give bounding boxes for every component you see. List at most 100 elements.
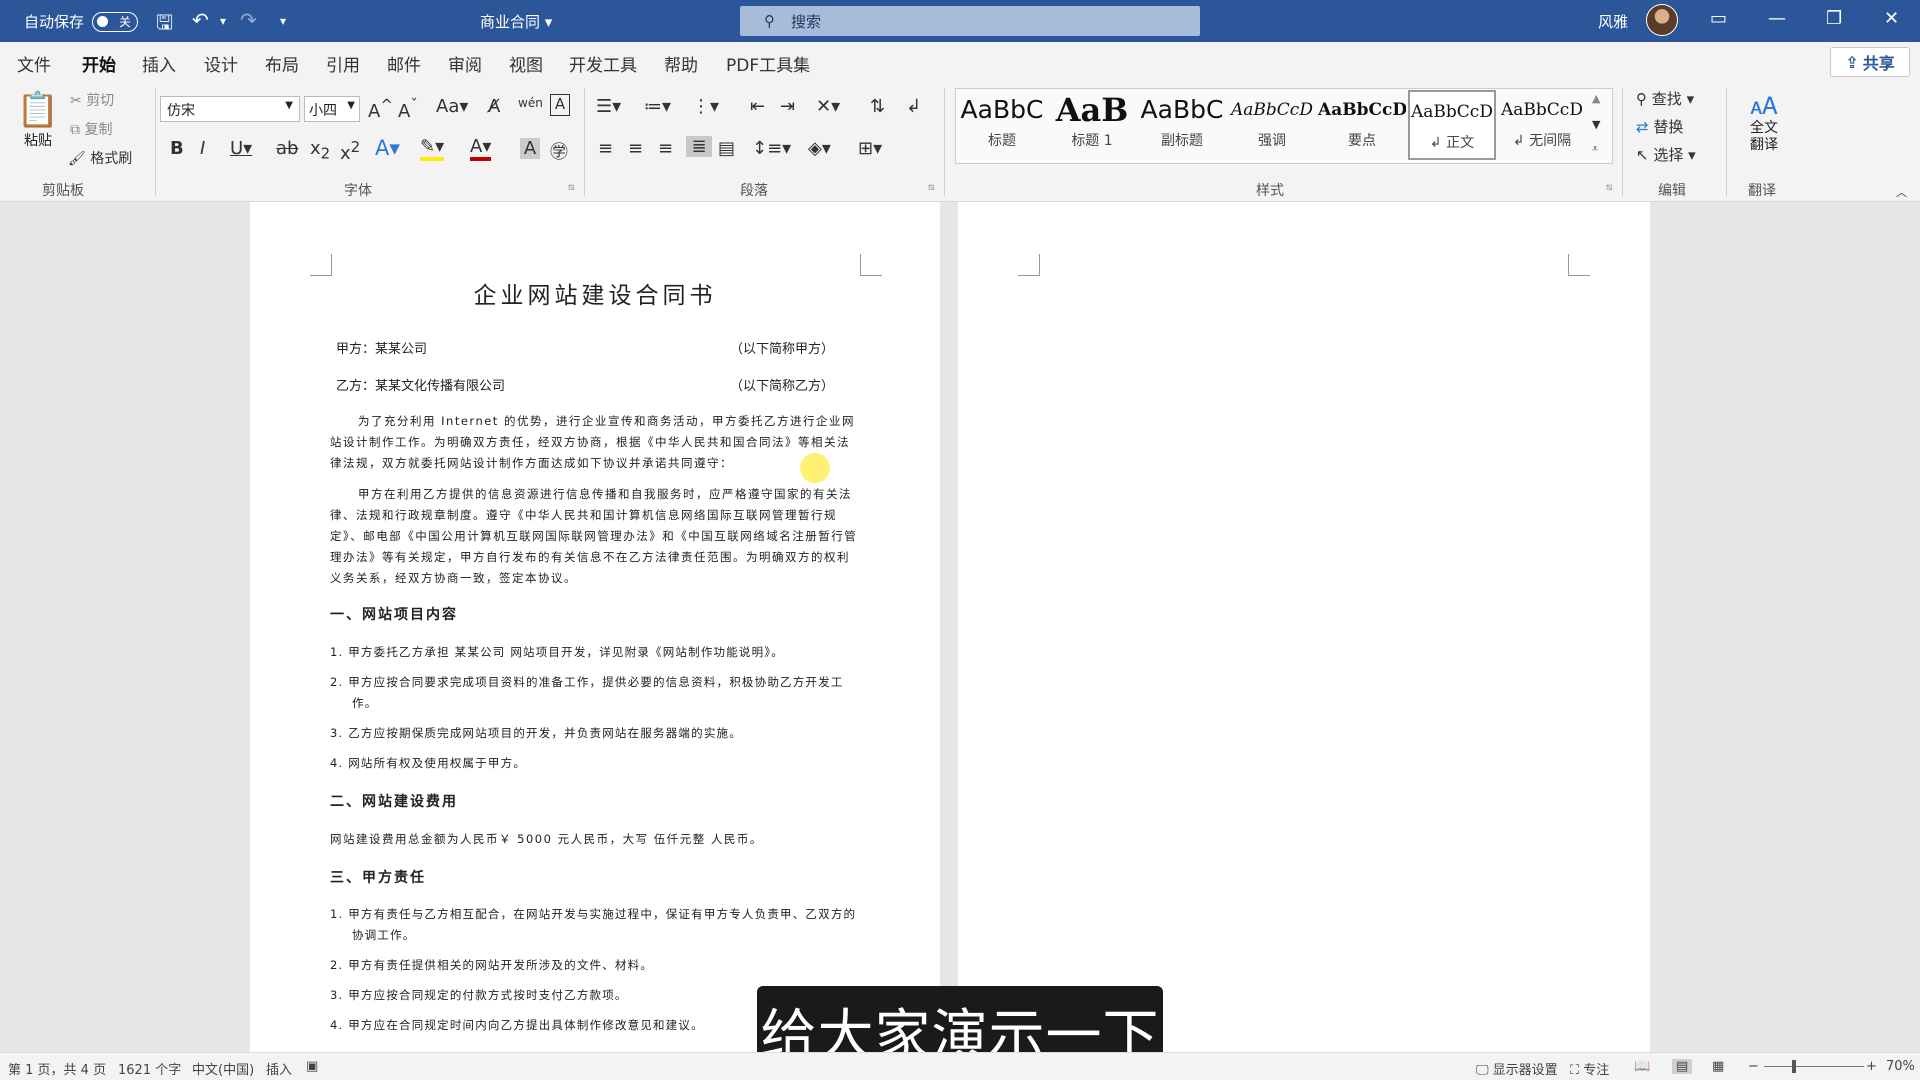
paragraph-launcher-icon[interactable]: ⧅ bbox=[928, 182, 934, 193]
shading-icon[interactable]: ◈▾ bbox=[808, 138, 831, 159]
align-right-icon[interactable]: ≡ bbox=[658, 138, 673, 159]
text-effects-icon[interactable]: A▾ bbox=[375, 136, 400, 160]
shrink-font-icon[interactable]: Aˇ bbox=[398, 96, 418, 122]
print-layout-icon[interactable]: ▤ bbox=[1672, 1059, 1693, 1074]
tab-developer[interactable]: 开发工具 bbox=[569, 51, 637, 76]
insert-mode[interactable]: 插入 bbox=[266, 1059, 292, 1078]
line-spacing-icon[interactable]: ↕≡▾ bbox=[752, 138, 791, 159]
font-color-icon[interactable]: A▾ bbox=[470, 136, 492, 161]
font-size-select[interactable]: 小四 ▼ bbox=[304, 96, 360, 122]
replace-button[interactable]: ⇄ 替换 bbox=[1636, 116, 1683, 137]
select-button[interactable]: ↖ 选择 ▾ bbox=[1636, 144, 1696, 165]
style-title[interactable]: AaBbC 标题 bbox=[958, 90, 1046, 160]
customize-qat-icon[interactable]: ▾ bbox=[280, 14, 286, 28]
tab-design[interactable]: 设计 bbox=[204, 51, 238, 76]
distributed-icon[interactable]: ▤ bbox=[718, 138, 735, 159]
avatar[interactable] bbox=[1646, 4, 1678, 36]
tab-file[interactable]: 文件 bbox=[17, 51, 51, 76]
enclose-characters-icon[interactable]: ㊫ bbox=[550, 138, 568, 164]
search-box[interactable]: ⚲ 搜索 bbox=[740, 6, 1200, 36]
page-count[interactable]: 第 1 页，共 4 页 bbox=[8, 1059, 106, 1078]
collapse-ribbon-icon[interactable]: ︿ bbox=[1896, 184, 1907, 200]
tab-home[interactable]: 开始 bbox=[82, 51, 116, 85]
redo-icon[interactable]: ↷ bbox=[240, 8, 257, 32]
styles-scroll-down-icon[interactable]: ▼ bbox=[1592, 118, 1600, 131]
language[interactable]: 中文(中国) bbox=[192, 1059, 254, 1078]
font-name-select[interactable]: 仿宋 ▼ bbox=[160, 96, 300, 122]
word-count[interactable]: 1621 个字 bbox=[118, 1059, 181, 1078]
subscript-icon[interactable]: x2 bbox=[310, 138, 330, 163]
tab-review[interactable]: 审阅 bbox=[448, 51, 482, 76]
share-button[interactable]: ⇪ 共享 bbox=[1830, 47, 1910, 77]
format-painter-button[interactable]: 🖌 格式刷 bbox=[68, 148, 132, 168]
decrease-indent-icon[interactable]: ⇤ bbox=[750, 96, 765, 117]
macro-icon[interactable]: ▣ bbox=[306, 1059, 318, 1074]
style-heading1[interactable]: AaB 标题 1 bbox=[1048, 90, 1136, 160]
style-normal[interactable]: AaBbCcD ↲ 正文 bbox=[1408, 90, 1496, 160]
sort-icon[interactable]: ⇅ bbox=[870, 96, 885, 117]
styles-launcher-icon[interactable]: ⧅ bbox=[1606, 182, 1612, 193]
copy-button[interactable]: ⧉ 复制 bbox=[70, 119, 112, 139]
tab-references[interactable]: 引用 bbox=[326, 51, 360, 76]
display-settings[interactable]: 🖵 显示器设置 bbox=[1476, 1059, 1558, 1078]
autosave[interactable]: 自动保存 关 bbox=[24, 11, 139, 32]
bold-icon[interactable]: B bbox=[170, 138, 184, 159]
underline-icon[interactable]: U▾ bbox=[230, 138, 252, 159]
tab-layout[interactable]: 布局 bbox=[265, 51, 299, 76]
undo-dropdown-icon[interactable]: ▾ bbox=[220, 14, 226, 28]
numbering-icon[interactable]: ≔▾ bbox=[644, 96, 671, 117]
focus-mode[interactable]: ⛶ 专注 bbox=[1570, 1059, 1609, 1078]
zoom-level[interactable]: 70% bbox=[1886, 1059, 1915, 1074]
undo-icon[interactable]: ↶ bbox=[192, 8, 209, 32]
character-border-icon[interactable]: A bbox=[550, 94, 570, 116]
minimize-icon[interactable]: — bbox=[1768, 8, 1786, 29]
italic-icon[interactable]: I bbox=[200, 138, 205, 159]
web-layout-icon[interactable]: ▦ bbox=[1712, 1059, 1724, 1074]
translate-document-button[interactable]: 🗚 全文 翻译 bbox=[1744, 92, 1784, 154]
style-no-spacing[interactable]: AaBbCcD ↲ 无间隔 bbox=[1498, 90, 1586, 160]
styles-more-icon[interactable]: ⩡ bbox=[1592, 142, 1598, 156]
asian-layout-icon[interactable]: ✕▾ bbox=[816, 96, 840, 117]
read-mode-icon[interactable]: 📖 bbox=[1634, 1059, 1650, 1074]
save-icon[interactable]: 🖫 bbox=[156, 8, 173, 42]
bullets-icon[interactable]: ☰▾ bbox=[596, 96, 621, 117]
font-launcher-icon[interactable]: ⧅ bbox=[568, 182, 574, 193]
style-emphasis[interactable]: AaBbCcD 强调 bbox=[1228, 90, 1316, 160]
tab-view[interactable]: 视图 bbox=[509, 51, 543, 76]
user-name[interactable]: 风雅 bbox=[1598, 11, 1628, 32]
zoom-in-icon[interactable]: + bbox=[1866, 1059, 1877, 1074]
paste-button[interactable]: 📋 粘贴 bbox=[16, 90, 60, 150]
styles-scroll-up-icon[interactable]: ▲ bbox=[1592, 92, 1600, 105]
autosave-toggle[interactable]: 关 bbox=[92, 11, 139, 32]
tab-help[interactable]: 帮助 bbox=[664, 51, 698, 76]
borders-icon[interactable]: ⊞▾ bbox=[858, 138, 882, 159]
document-title[interactable]: 商业合同 ▾ bbox=[480, 11, 552, 32]
zoom-slider[interactable] bbox=[1764, 1066, 1864, 1067]
highlight-icon[interactable]: ✎▾ bbox=[420, 136, 445, 161]
superscript-icon[interactable]: x2 bbox=[340, 138, 360, 164]
clear-formatting-icon[interactable]: A̸ bbox=[488, 96, 500, 117]
strikethrough-icon[interactable]: ab bbox=[276, 138, 298, 159]
multilevel-list-icon[interactable]: ⋮▾ bbox=[692, 96, 719, 117]
grow-font-icon[interactable]: A^ bbox=[368, 96, 393, 122]
justify-icon[interactable]: ≣ bbox=[686, 136, 712, 157]
zoom-out-icon[interactable]: − bbox=[1748, 1059, 1759, 1074]
style-subtitle[interactable]: AaBbC 副标题 bbox=[1138, 90, 1226, 160]
increase-indent-icon[interactable]: ⇥ bbox=[780, 96, 795, 117]
tab-insert[interactable]: 插入 bbox=[142, 51, 176, 76]
character-shading-icon[interactable]: A bbox=[520, 138, 540, 159]
change-case-icon[interactable]: Aa▾ bbox=[436, 96, 468, 117]
ribbon-display-icon[interactable]: ▭ bbox=[1710, 8, 1727, 29]
close-icon[interactable]: ✕ bbox=[1884, 8, 1899, 29]
phonetic-guide-icon[interactable]: wén bbox=[518, 96, 543, 110]
show-marks-icon[interactable]: ↲ bbox=[906, 96, 921, 117]
align-left-icon[interactable]: ≡ bbox=[598, 138, 613, 159]
style-strong[interactable]: AaBbCcD 要点 bbox=[1318, 90, 1406, 160]
cut-button[interactable]: ✂ 剪切 bbox=[70, 90, 114, 110]
restore-icon[interactable]: ❐ bbox=[1826, 8, 1842, 29]
page-2[interactable] bbox=[958, 202, 1650, 1052]
tab-mailings[interactable]: 邮件 bbox=[387, 51, 421, 76]
align-center-icon[interactable]: ≡ bbox=[628, 138, 643, 159]
tab-pdf-tools[interactable]: PDF工具集 bbox=[726, 51, 810, 76]
find-button[interactable]: ⚲ 查找 ▾ bbox=[1636, 88, 1694, 109]
